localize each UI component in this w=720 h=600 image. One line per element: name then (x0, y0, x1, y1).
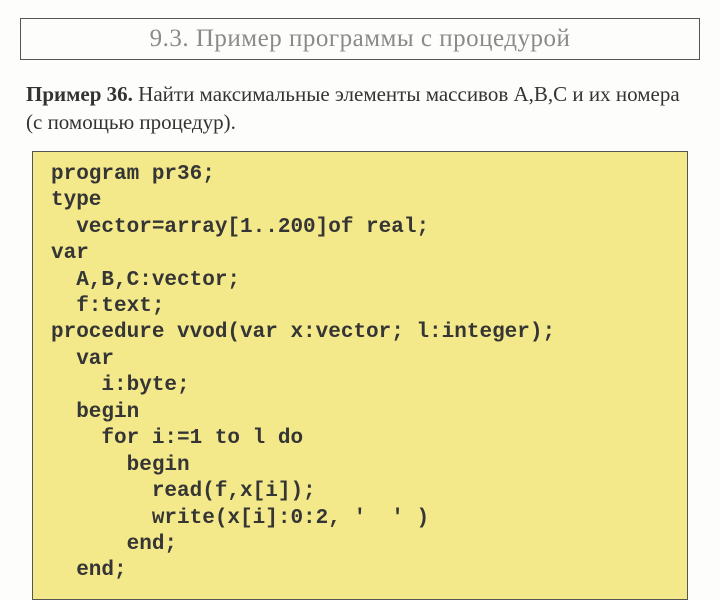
section-title: 9.3. Пример программы с процедурой (37, 25, 683, 53)
problem-statement: Пример 36. Найти максимальные элементы м… (26, 80, 694, 137)
code-block: program pr36; type vector=array[1..200]o… (32, 151, 688, 600)
problem-label: Пример 36. (26, 82, 133, 106)
section-title-box: 9.3. Пример программы с процедурой (20, 18, 700, 60)
